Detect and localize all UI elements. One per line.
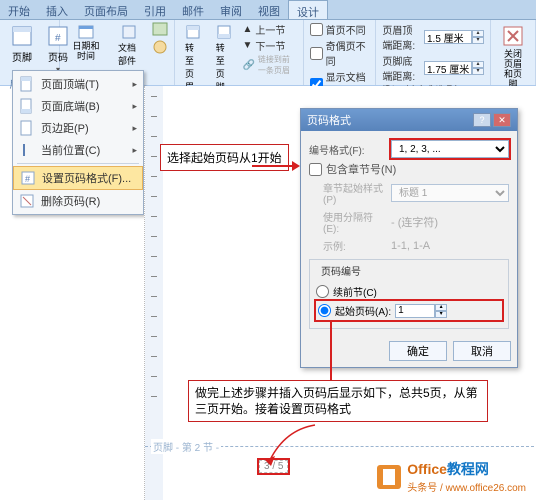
header-distance-label: 页眉顶端距离: bbox=[382, 22, 421, 52]
include-chapter-check[interactable] bbox=[309, 163, 322, 176]
header-icon bbox=[10, 24, 34, 48]
ribbon-group-nav: 转至页眉 转至页脚 ▲上一节 ▼下一节 🔗链接到前一条页眉 导航 bbox=[175, 20, 304, 85]
cursor-icon bbox=[19, 142, 35, 158]
arrow-line bbox=[330, 320, 332, 380]
tab-home[interactable]: 开始 bbox=[0, 0, 38, 19]
parts-icon bbox=[121, 24, 137, 40]
arrow-line bbox=[252, 165, 292, 167]
pagenumber-menu: 页面顶端(T)▸ 页面底端(B)▸ 页边距(P)▸ 当前位置(C)▸ #设置页码… bbox=[12, 70, 144, 215]
gotoheader-button[interactable]: 转至页眉 bbox=[179, 22, 208, 95]
chapter-style-select: 标题 1 bbox=[391, 184, 509, 202]
menu-margins[interactable]: 页边距(P)▸ bbox=[13, 117, 143, 139]
clipart-icon bbox=[152, 39, 168, 55]
office-logo-icon bbox=[375, 463, 403, 491]
close-headerfooter-button[interactable]: 关闭页眉和页脚 bbox=[495, 22, 531, 91]
header-footer-buttons[interactable]: 页脚 bbox=[4, 22, 40, 76]
startat-radio[interactable]: 起始页码(A): ▴▾ bbox=[316, 301, 502, 320]
numbering-legend: 页码编号 bbox=[318, 263, 364, 278]
tab-insert[interactable]: 插入 bbox=[38, 0, 76, 19]
picture-button[interactable] bbox=[150, 22, 170, 38]
arrow-head-icon bbox=[292, 161, 300, 171]
footer-section-label: 页脚 - 第 2 节 - bbox=[151, 439, 221, 454]
spin-down-icon[interactable]: ▾ bbox=[472, 37, 484, 44]
remove-icon bbox=[19, 193, 35, 209]
ribbon-group-close: 关闭页眉和页脚 bbox=[491, 20, 536, 85]
down-icon: ▼ bbox=[242, 40, 252, 51]
continue-radio[interactable]: 续前节(C) bbox=[316, 284, 502, 299]
help-button[interactable]: ? bbox=[473, 113, 491, 127]
datetime-button[interactable]: 日期和时间 bbox=[64, 22, 108, 63]
menu-pagetop[interactable]: 页面顶端(T)▸ bbox=[13, 73, 143, 95]
menu-pagebottom[interactable]: 页面底端(B)▸ bbox=[13, 95, 143, 117]
doc-icon bbox=[19, 98, 35, 114]
menu-current[interactable]: 当前位置(C)▸ bbox=[13, 139, 143, 161]
picture-icon bbox=[152, 22, 168, 38]
footer-label: 页脚 bbox=[12, 49, 32, 64]
firstpage-check[interactable]: 首页不同 bbox=[308, 22, 372, 37]
menu-format-pagenumber[interactable]: #设置页码格式(F)... bbox=[13, 166, 143, 190]
header-distance-spin[interactable]: ▴▾ bbox=[424, 30, 484, 44]
footer-distance-spin[interactable]: ▴▾ bbox=[424, 61, 484, 75]
tab-pagelayout[interactable]: 页面布局 bbox=[76, 0, 136, 19]
close-button[interactable]: ✕ bbox=[493, 113, 511, 127]
nextsection-button[interactable]: ▼下一节 bbox=[240, 38, 298, 53]
ribbon-group-position: 页眉顶端距离:▴▾ 页脚底端距离:▴▾ 插入"对齐方式"选项卡 位置 bbox=[376, 20, 491, 85]
gotofooter-icon bbox=[216, 24, 232, 40]
format-label: 编号格式(F): bbox=[309, 142, 387, 157]
callout-result: 做完上述步骤并插入页码后显示如下，总共5页，从第三页开始。接着设置页码格式 bbox=[188, 380, 488, 422]
cancel-button[interactable]: 取消 bbox=[453, 341, 511, 361]
quickparts-button[interactable]: 文档部件 bbox=[112, 22, 146, 69]
linkprev-button[interactable]: 🔗链接到前一条页眉 bbox=[240, 54, 298, 76]
up-icon: ▲ bbox=[242, 24, 252, 35]
tab-mailings[interactable]: 邮件 bbox=[174, 0, 212, 19]
tab-view[interactable]: 视图 bbox=[250, 0, 288, 19]
link-icon: 🔗 bbox=[242, 60, 254, 71]
ribbon-group-options: 首页不同 奇偶页不同 显示文档文字 选项 bbox=[304, 20, 377, 85]
doc-icon bbox=[19, 120, 35, 136]
clipart-button[interactable] bbox=[150, 39, 170, 55]
svg-text:#: # bbox=[25, 174, 30, 184]
dialog-titlebar[interactable]: 页码格式 ? ✕ bbox=[301, 109, 517, 131]
footer-distance-label: 页脚底端距离: bbox=[382, 53, 421, 83]
tab-review[interactable]: 审阅 bbox=[212, 0, 250, 19]
gotoheader-icon bbox=[185, 24, 201, 40]
tab-bar: 开始 插入 页面布局 引用 邮件 审阅 视图 设计 bbox=[0, 0, 536, 20]
page-number-format-dialog: 页码格式 ? ✕ 编号格式(F): 1, 2, 3, ... 包含章节号(N) … bbox=[300, 108, 518, 368]
startat-spin[interactable]: ▴▾ bbox=[395, 304, 447, 318]
tab-design[interactable]: 设计 bbox=[288, 0, 328, 19]
gotofooter-button[interactable]: 转至页脚 bbox=[210, 22, 239, 95]
chevron-right-icon: ▸ bbox=[132, 79, 137, 90]
number-format-select[interactable]: 1, 2, 3, ... bbox=[391, 140, 509, 158]
watermark: Office教程网 头条号 / www.office26.com bbox=[375, 459, 526, 494]
dialog-title: 页码格式 bbox=[307, 112, 351, 128]
format-icon: # bbox=[20, 170, 36, 186]
close-icon bbox=[501, 24, 525, 48]
oddeven-check[interactable]: 奇偶页不同 bbox=[308, 38, 372, 68]
calendar-icon bbox=[78, 24, 94, 40]
arrow-curve bbox=[255, 420, 335, 470]
prevsection-button[interactable]: ▲上一节 bbox=[240, 22, 298, 37]
spin-up-icon[interactable]: ▴ bbox=[472, 30, 484, 37]
tab-references[interactable]: 引用 bbox=[136, 0, 174, 19]
menu-remove-pagenumber[interactable]: 删除页码(R) bbox=[13, 190, 143, 212]
doc-icon bbox=[19, 76, 35, 92]
ok-button[interactable]: 确定 bbox=[389, 341, 447, 361]
